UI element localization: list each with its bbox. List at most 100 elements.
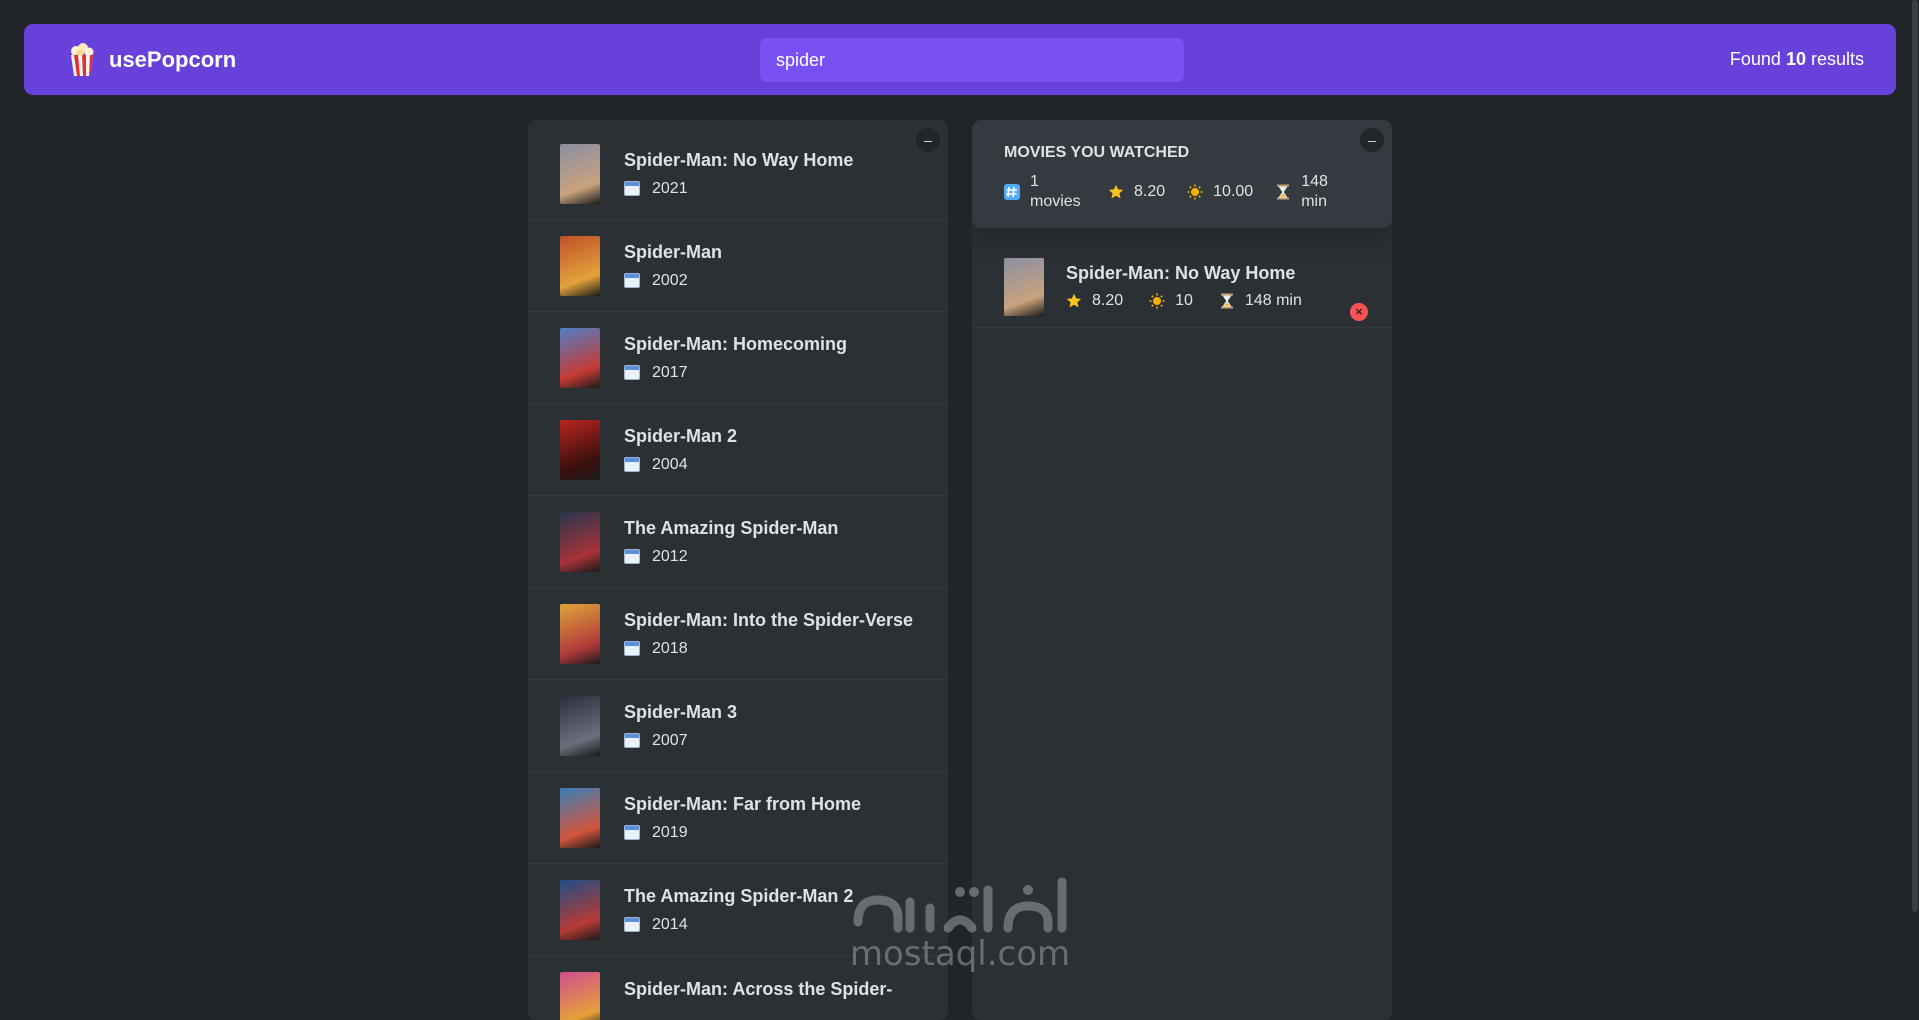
movie-list-item[interactable]: Spider-Man 2 2004 (528, 404, 948, 496)
hourglass-icon (1219, 293, 1235, 309)
results-count: Found 10 results (1730, 24, 1864, 95)
stat-user: 10.00 (1187, 183, 1253, 201)
movie-year: 2007 (652, 732, 688, 750)
movie-info: Spider-Man: Far from Home 2019 (624, 794, 861, 842)
avg-runtime-unit: min (1301, 193, 1327, 210)
movie-year-row: 2021 (624, 180, 853, 198)
movie-list-item[interactable]: Spider-Man: Into the Spider-Verse 2018 (528, 588, 948, 680)
movie-list: Spider-Man: No Way Home 2021 Spider-Man … (528, 120, 948, 1020)
movie-title: Spider-Man: Homecoming (624, 334, 847, 355)
watched-summary-title: MOVIES YOU WATCHED (1004, 144, 1360, 162)
calendar-icon (624, 641, 640, 656)
movie-poster (560, 420, 600, 480)
movie-title: Spider-Man 3 (624, 702, 737, 723)
movie-year: 2004 (652, 456, 688, 474)
watched-movie-stats: 8.20 10 (1066, 292, 1328, 310)
watched-movie-info: Spider-Man: No Way Home 8.20 10 (1066, 263, 1328, 310)
results-number: 10 (1786, 49, 1806, 70)
scrollbar[interactable] (1911, 0, 1919, 994)
movie-title: Spider-Man (624, 242, 722, 263)
movie-title: Spider-Man 2 (624, 426, 737, 447)
app-title: usePopcorn (109, 47, 236, 73)
scrollbar-thumb[interactable] (1912, 0, 1918, 912)
movie-info: Spider-Man: Across the Spider- (624, 979, 892, 1020)
movie-info: Spider-Man 3 2007 (624, 702, 737, 750)
movie-list-box: – Spider-Man: No Way Home 2021 Spider-Ma… (528, 120, 948, 1020)
movie-list-item[interactable]: Spider-Man: Across the Spider- (528, 956, 948, 1020)
calendar-icon (624, 733, 640, 748)
sun-icon (1149, 293, 1165, 309)
movie-year: 2017 (652, 364, 688, 382)
avg-imdb-rating: 8.20 (1134, 183, 1165, 201)
movie-poster (560, 880, 600, 940)
calendar-icon (624, 365, 640, 380)
stat-user: 10 (1149, 292, 1193, 310)
movie-year: 2018 (652, 640, 688, 658)
calendar-icon (624, 549, 640, 564)
movies-count: 1 (1030, 173, 1039, 190)
stat-imdb: 8.20 (1108, 183, 1165, 201)
movie-year: 2012 (652, 548, 688, 566)
movie-info: Spider-Man: Homecoming 2017 (624, 334, 847, 382)
calendar-icon (624, 181, 640, 196)
movie-poster (1004, 258, 1044, 316)
movie-year: 2019 (652, 824, 688, 842)
movies-count-label: movies (1030, 193, 1081, 210)
sun-icon (1187, 184, 1203, 200)
movie-poster (560, 788, 600, 848)
movie-year-row: 2018 (624, 640, 913, 658)
nav-bar: usePopcorn Found 10 results (24, 24, 1896, 95)
watched-movie-item[interactable]: Spider-Man: No Way Home 8.20 10 (972, 246, 1392, 328)
stat-runtime: 148 min (1219, 292, 1302, 310)
imdb-rating: 8.20 (1092, 292, 1123, 310)
movie-info: Spider-Man: No Way Home 2021 (624, 150, 853, 198)
movie-info: Spider-Man 2002 (624, 242, 722, 290)
logo: usePopcorn (64, 24, 236, 95)
movie-poster (560, 604, 600, 664)
movie-poster (560, 236, 600, 296)
movie-list-item[interactable]: Spider-Man 3 2007 (528, 680, 948, 772)
results-suffix: results (1811, 49, 1864, 70)
collapse-button[interactable]: – (916, 128, 940, 152)
movie-title: Spider-Man: Far from Home (624, 794, 861, 815)
calendar-icon (624, 917, 640, 932)
summary-stats: 1 movies 8.20 10.00 (1004, 172, 1360, 212)
movie-list-item[interactable]: Spider-Man: Far from Home 2019 (528, 772, 948, 864)
delete-button[interactable]: × (1350, 303, 1368, 321)
calendar-icon (624, 273, 640, 288)
movie-info: Spider-Man: Into the Spider-Verse 2018 (624, 610, 913, 658)
movie-year: 2021 (652, 180, 688, 198)
watched-movie-title: Spider-Man: No Way Home (1066, 263, 1328, 284)
search-input[interactable] (760, 38, 1184, 82)
movie-year-row: 2012 (624, 548, 838, 566)
movie-poster (560, 512, 600, 572)
watched-box: MOVIES YOU WATCHED 1 movies 8.20 (972, 120, 1392, 1020)
movie-list-item[interactable]: The Amazing Spider-Man 2012 (528, 496, 948, 588)
stat-count-text: 1 movies (1030, 172, 1086, 212)
hourglass-icon (1275, 184, 1291, 200)
movie-poster (560, 972, 600, 1020)
movie-title: Spider-Man: Across the Spider- (624, 979, 892, 1000)
popcorn-icon (64, 42, 100, 78)
stat-count: 1 movies (1004, 172, 1086, 212)
movie-info: The Amazing Spider-Man 2 2014 (624, 886, 853, 934)
movie-list-item[interactable]: Spider-Man 2002 (528, 220, 948, 312)
star-icon (1066, 293, 1082, 309)
hash-icon (1004, 184, 1020, 200)
movie-list-item[interactable]: The Amazing Spider-Man 2 2014 (528, 864, 948, 956)
stat-runtime-text: 148 min (1301, 172, 1341, 212)
calendar-icon (624, 825, 640, 840)
user-rating: 10 (1175, 292, 1193, 310)
movie-list-item[interactable]: Spider-Man: No Way Home 2021 (528, 128, 948, 220)
movie-info: The Amazing Spider-Man 2012 (624, 518, 838, 566)
movie-poster (560, 144, 600, 204)
movie-list-item[interactable]: Spider-Man: Homecoming 2017 (528, 312, 948, 404)
movie-year: 2014 (652, 916, 688, 934)
collapse-button[interactable]: – (1360, 128, 1384, 152)
star-icon (1108, 184, 1124, 200)
calendar-icon (624, 457, 640, 472)
movie-poster (560, 328, 600, 388)
stat-imdb: 8.20 (1066, 292, 1123, 310)
movie-poster (560, 696, 600, 756)
watched-summary: MOVIES YOU WATCHED 1 movies 8.20 (972, 120, 1392, 228)
